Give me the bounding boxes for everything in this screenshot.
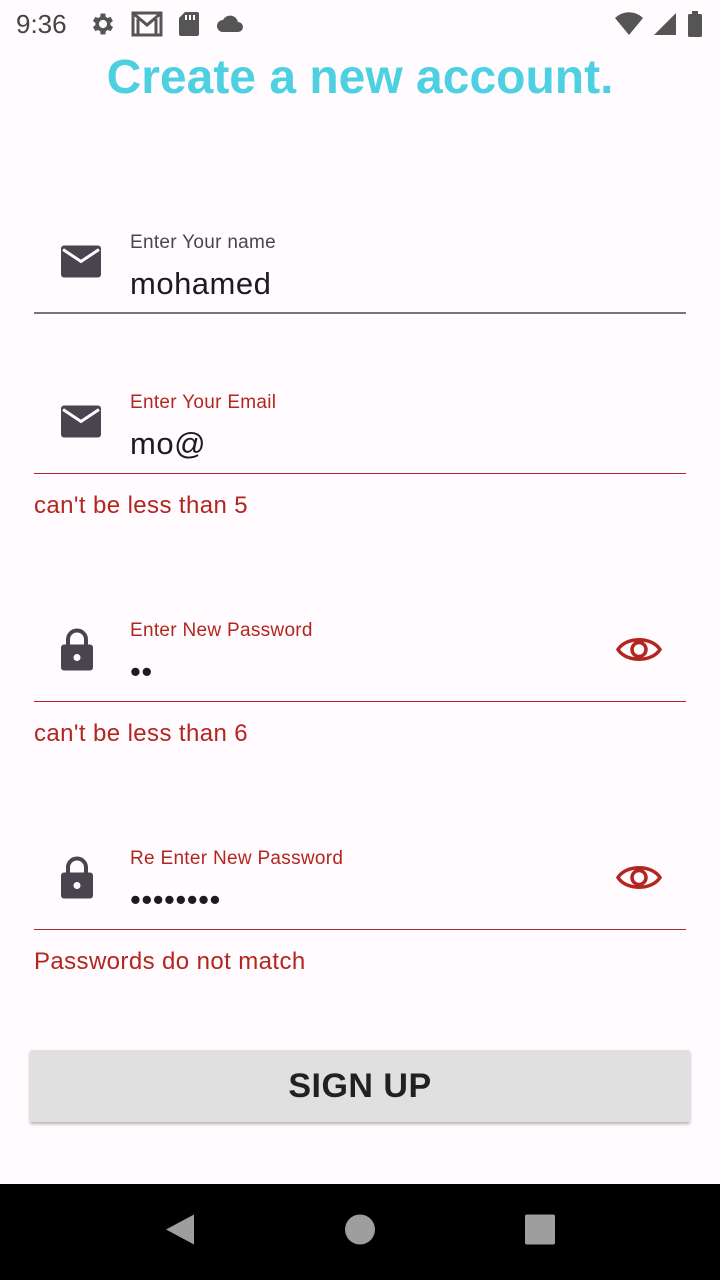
confirm-password-label: Re Enter New Password [130, 848, 344, 869]
signal-icon [652, 11, 678, 37]
name-input-value[interactable]: mohamed [130, 266, 271, 302]
status-time: 9:36 [16, 8, 67, 39]
battery-icon [686, 10, 704, 38]
name-label: Enter Your name [130, 232, 277, 253]
home-icon[interactable] [344, 1214, 376, 1251]
confirm-password-error-text: Passwords do not match [34, 948, 306, 975]
confirm-password-input-value[interactable]: •••••••• [130, 882, 221, 918]
email-label: Enter Your Email [130, 392, 277, 413]
visibility-eye-icon[interactable] [615, 862, 663, 899]
name-field[interactable]: Enter Your name mohamed [34, 214, 686, 314]
password-label: Enter New Password [130, 620, 313, 641]
back-icon[interactable] [164, 1213, 196, 1252]
lock-icon [60, 628, 94, 677]
password-error-text: can't be less than 6 [34, 720, 249, 747]
email-field[interactable]: Enter Your Email mo@ [34, 374, 686, 474]
lock-icon [60, 856, 94, 905]
password-field[interactable]: Enter New Password •• [34, 602, 686, 702]
confirm-password-field[interactable]: Re Enter New Password •••••••• [34, 830, 686, 930]
sd-card-icon [177, 10, 201, 38]
mail-icon [60, 405, 102, 444]
wifi-icon [614, 11, 644, 37]
password-underline [34, 700, 686, 702]
name-underline [34, 312, 686, 314]
gmail-icon [131, 10, 163, 38]
visibility-eye-icon[interactable] [615, 634, 663, 671]
navigation-bar [0, 1184, 720, 1280]
email-input-value[interactable]: mo@ [130, 426, 206, 462]
settings-icon [89, 10, 117, 38]
recents-icon[interactable] [525, 1214, 555, 1250]
status-bar: 9:36 [0, 0, 720, 48]
email-error-text: can't be less than 5 [34, 492, 249, 519]
system-icons [614, 10, 704, 38]
notification-icons [89, 10, 245, 38]
password-input-value[interactable]: •• [130, 654, 153, 690]
mail-icon [60, 245, 102, 284]
cloud-icon [215, 12, 245, 36]
page-title: Create a new account. [106, 51, 614, 104]
confirm-password-underline [34, 928, 686, 930]
email-underline [34, 472, 686, 474]
sign-up-button[interactable]: SIGN UP [30, 1050, 690, 1122]
